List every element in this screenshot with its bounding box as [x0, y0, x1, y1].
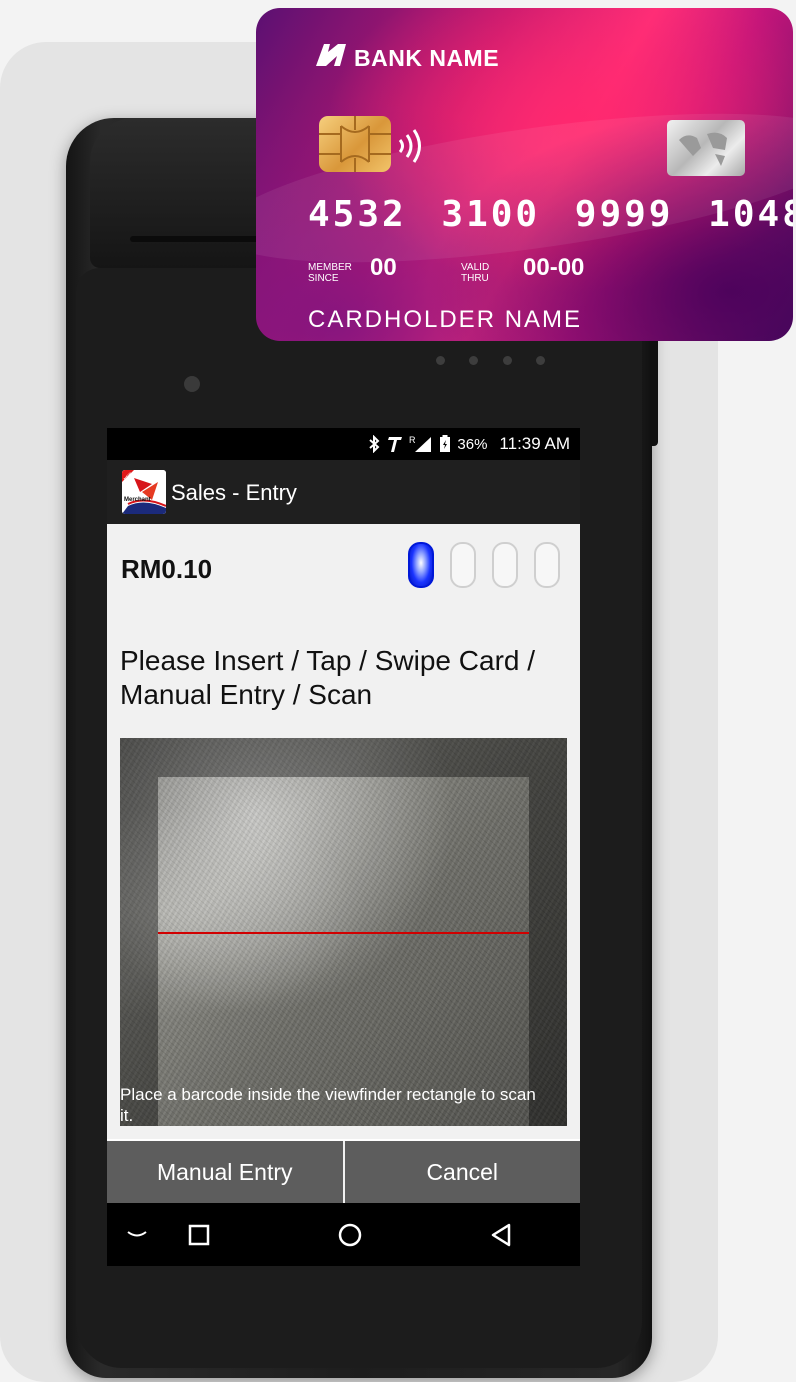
status-bar: R 36% 11:39 AM — [107, 428, 580, 460]
cardholder-name: CARDHOLDER NAME — [308, 306, 583, 333]
android-nav-bar — [107, 1203, 580, 1266]
back-triangle-icon[interactable] — [471, 1203, 531, 1266]
barcode-scanner-view[interactable]: Place a barcode inside the viewfinder re… — [120, 738, 567, 1126]
recents-square-icon[interactable] — [169, 1203, 229, 1266]
chip-icon — [319, 116, 391, 172]
terminal-screen: R 36% 11:39 AM Merchant NEW Sales - Entr… — [107, 428, 580, 1266]
app-bar: Merchant NEW Sales - Entry — [107, 460, 580, 524]
member-since-value: 00 — [370, 254, 397, 281]
valid-label-line: VALID — [461, 262, 490, 273]
credit-card-graphic: BANK NAME 4532 3100 9999 1048 MEMBER SIN… — [256, 8, 793, 341]
valid-thru-label: VALID THRU — [461, 262, 489, 284]
card-number: 4532 3100 9999 1048 — [308, 194, 793, 235]
roaming-signal-icon: R — [409, 435, 433, 453]
bluetooth-icon — [367, 435, 381, 453]
sensor-dot — [536, 356, 545, 365]
manual-entry-button[interactable]: Manual Entry — [107, 1141, 343, 1203]
battery-percent: 36% — [457, 435, 488, 453]
viewfinder-rectangle — [158, 777, 529, 1126]
sale-amount: RM0.10 — [121, 554, 213, 584]
sensor-dot — [436, 356, 445, 365]
side-button — [650, 328, 658, 446]
home-circle-icon[interactable] — [320, 1203, 380, 1266]
step-indicator — [408, 542, 560, 588]
member-label-line: MEMBER — [308, 262, 352, 273]
since-label-line: SINCE — [308, 273, 339, 284]
battery-charging-icon — [439, 435, 451, 453]
sensor-dot — [469, 356, 478, 365]
action-buttons: Manual Entry Cancel — [107, 1141, 580, 1203]
member-since-label: MEMBER SINCE — [308, 262, 352, 284]
front-camera — [184, 376, 200, 392]
sensor-dot — [503, 356, 512, 365]
page-title: Sales - Entry — [171, 480, 297, 505]
status-time: 11:39 AM — [499, 434, 570, 453]
nfc-t-icon — [387, 435, 403, 453]
step-dot — [492, 542, 518, 588]
contactless-icon — [396, 126, 426, 171]
keyboard-hide-icon[interactable] — [107, 1203, 167, 1266]
card-number-group: 9999 — [574, 194, 674, 235]
valid-thru-value: 00-00 — [523, 254, 585, 281]
logo-text: Merchant — [124, 497, 151, 503]
sale-content: RM0.10 Please Insert / Tap / Swipe Card … — [107, 524, 580, 1139]
step-dot — [534, 542, 560, 588]
card-number-group: 1048 — [708, 194, 793, 235]
step-dot — [450, 542, 476, 588]
cancel-button[interactable]: Cancel — [344, 1141, 580, 1203]
card-prompt: Please Insert / Tap / Swipe Card / Manua… — [120, 645, 536, 710]
bank-logo-icon — [316, 44, 346, 72]
hologram-icon — [667, 120, 745, 176]
thru-label-line: THRU — [461, 273, 489, 284]
bank-brand: BANK NAME — [316, 44, 499, 72]
step-dot-active — [408, 542, 434, 588]
scan-laser-line — [158, 932, 529, 934]
merchant-app-icon[interactable]: Merchant NEW — [122, 470, 166, 514]
bank-name: BANK NAME — [354, 44, 500, 71]
card-number-group: 3100 — [441, 194, 541, 235]
scan-hint: Place a barcode inside the viewfinder re… — [120, 1085, 536, 1125]
card-number-group: 4532 — [308, 194, 407, 235]
svg-text:R: R — [409, 435, 416, 445]
